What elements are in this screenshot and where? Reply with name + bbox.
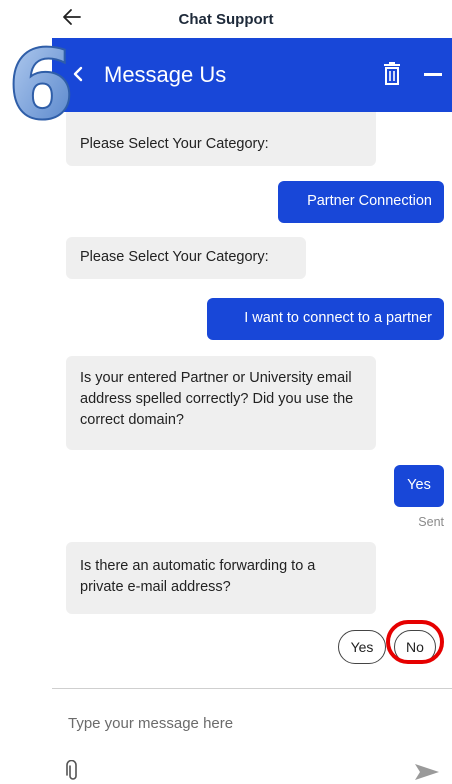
page-title: Chat Support: [178, 11, 274, 28]
user-message: I want to connect to a partner: [207, 298, 444, 340]
bot-message: Please Select Your Category:: [66, 237, 306, 279]
send-icon[interactable]: [414, 762, 440, 782]
chat-header-title: Message Us: [104, 62, 227, 87]
bot-message: Is there an automatic forwarding to a pr…: [66, 542, 376, 614]
highlight-ring: [386, 620, 444, 664]
user-message: Yes: [394, 465, 444, 507]
sent-status: Sent: [418, 515, 444, 529]
message-input[interactable]: [68, 710, 428, 736]
paperclip-icon[interactable]: [66, 760, 80, 782]
trash-icon[interactable]: [382, 62, 402, 86]
composer-divider: [52, 688, 452, 689]
step-number-text: 6: [8, 32, 75, 132]
bot-message: Is your entered Partner or University em…: [66, 356, 376, 450]
chat-header: Message Us: [52, 38, 452, 112]
minus-icon[interactable]: [424, 73, 442, 76]
bot-message: Please Select Your Category:: [66, 112, 376, 166]
user-message: Partner Connection: [278, 181, 444, 223]
quick-reply-yes-button[interactable]: Yes: [338, 630, 386, 664]
